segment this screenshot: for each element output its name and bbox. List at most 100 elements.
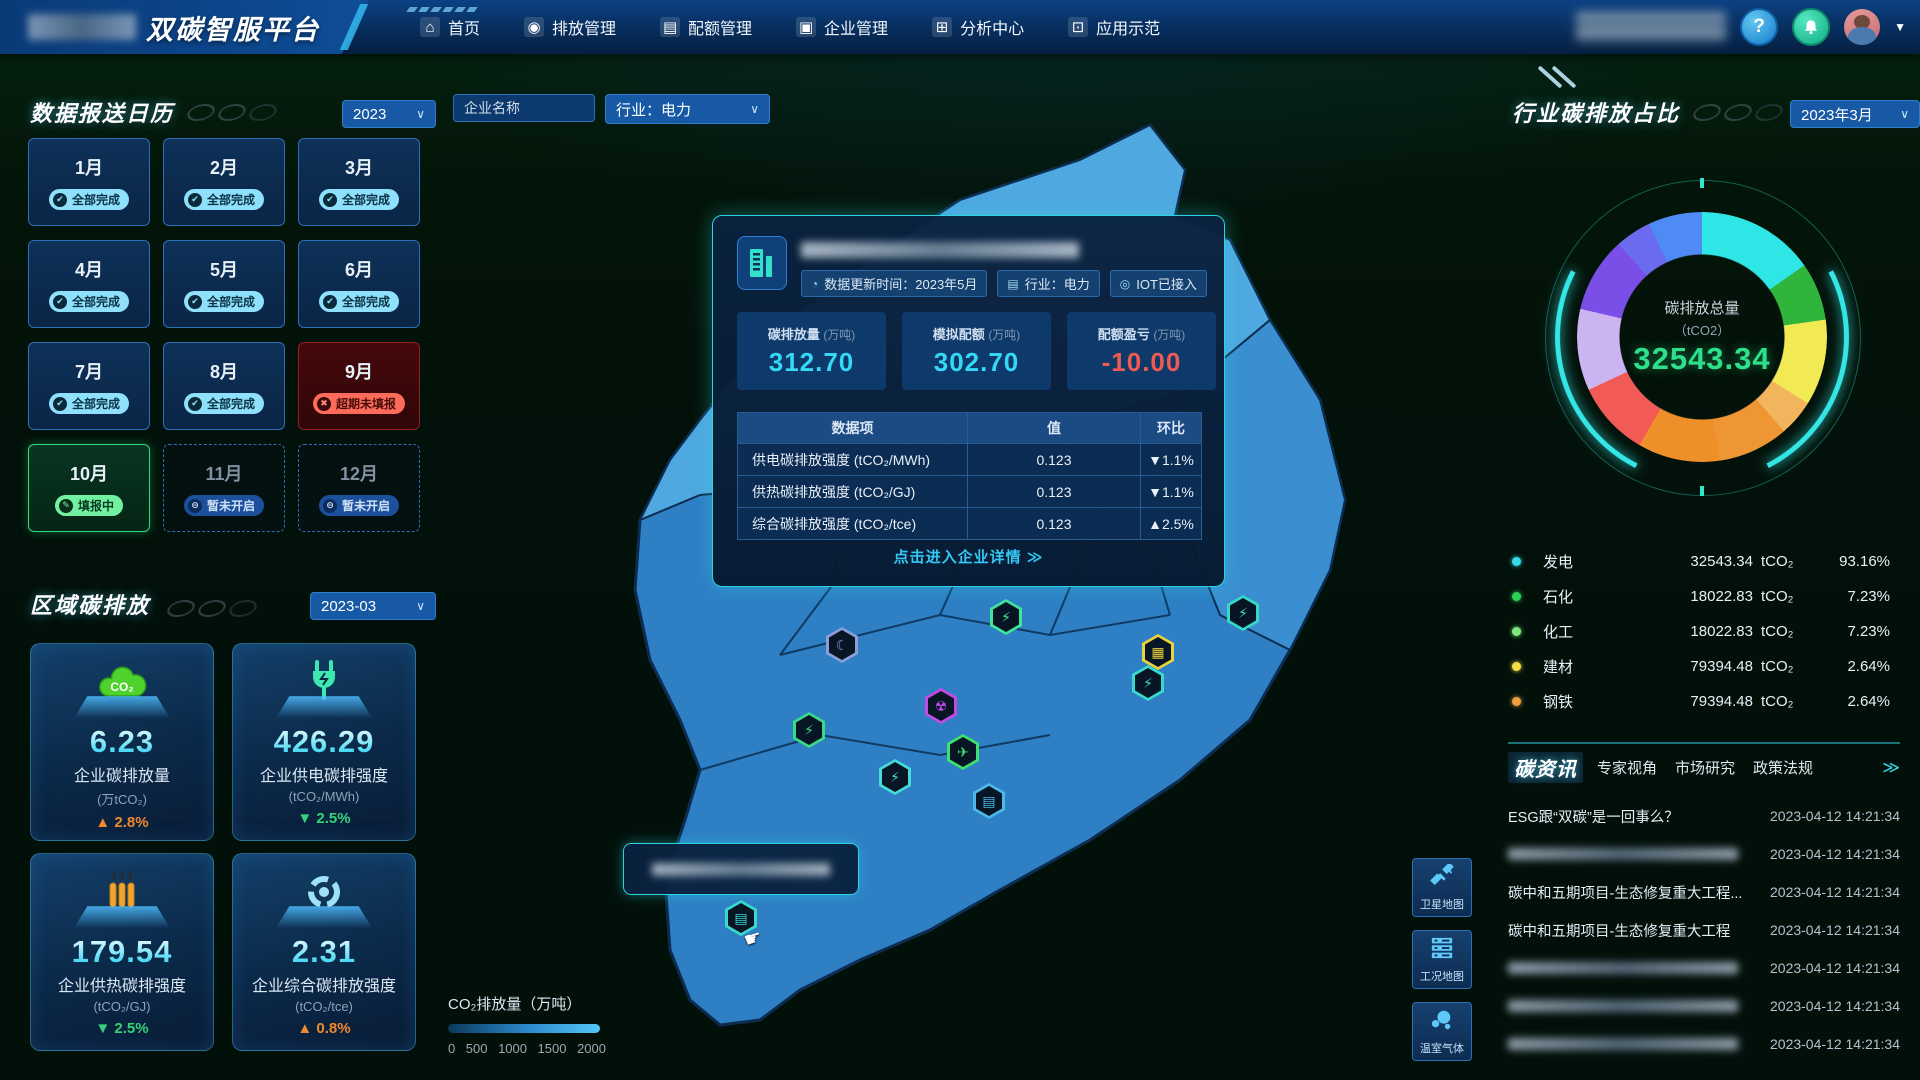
donut-center-unit: （tCO2） bbox=[1674, 320, 1730, 339]
stat-value: 6.23 bbox=[90, 724, 154, 760]
month-status-badge: ✎填报中 bbox=[55, 495, 123, 516]
nav-item-应用示范[interactable]: ⊡应用示范 bbox=[1068, 15, 1160, 39]
region-stat-card[interactable]: 2.31 企业综合碳排放强度 (tCO₂/tce) ▲ 0.8% bbox=[232, 853, 416, 1051]
layer-button-温室气体[interactable]: 温室气体 bbox=[1412, 1002, 1472, 1061]
news-title-redacted bbox=[1508, 848, 1738, 860]
help-button[interactable]: ? bbox=[1740, 8, 1778, 46]
stat-label: 企业综合碳排放强度 bbox=[252, 972, 396, 996]
month-card-9月[interactable]: 9月 ✖超期未填报 bbox=[298, 342, 420, 430]
analysis-icon: ⊞ bbox=[932, 17, 952, 37]
month-status-badge: ✔全部完成 bbox=[319, 189, 399, 210]
nav-item-排放管理[interactable]: ◉排放管理 bbox=[524, 15, 616, 39]
target-icon bbox=[304, 868, 344, 912]
month-status-badge: ✔全部完成 bbox=[184, 393, 264, 414]
map-legend-gradient bbox=[448, 1024, 600, 1033]
month-card-3月[interactable]: 3月 ✔全部完成 bbox=[298, 138, 420, 226]
legend-tick: 500 bbox=[466, 1041, 488, 1056]
month-card-2月[interactable]: 2月 ✔全部完成 bbox=[163, 138, 285, 226]
building-icon bbox=[737, 236, 787, 290]
enterprise-detail-link[interactable]: 点击进入企业详情 ≫ bbox=[713, 546, 1224, 567]
chevron-down-icon: ∨ bbox=[416, 107, 425, 121]
month-card-12月[interactable]: 12月 ⊖暂未开启 bbox=[298, 444, 420, 532]
industry-period-select[interactable]: 2023年3月∨ bbox=[1790, 100, 1920, 128]
svg-text:CO₂: CO₂ bbox=[110, 680, 133, 694]
region-stat-card[interactable]: 426.29 企业供电碳排强度 (tCO₂/MWh) ▼ 2.5% bbox=[232, 643, 416, 841]
news-title-redacted bbox=[1508, 962, 1738, 974]
intensity-table: 数据项值环比 供电碳排放强度 (tCO₂/MWh) 0.123 ▼1.1%供热碳… bbox=[737, 412, 1202, 540]
news-item-title[interactable]: 碳中和五期项目-生态修复重大工程... bbox=[1508, 882, 1750, 903]
nav-menu: ⌂首页 ◉排放管理 ▤配额管理 ▣企业管理 ⊞分析中心 ⊡应用示范 bbox=[420, 0, 1160, 54]
industry-icon: ▤ bbox=[1007, 277, 1018, 291]
stat-delta: ▼ 2.5% bbox=[297, 810, 350, 827]
user-avatar[interactable] bbox=[1844, 9, 1880, 45]
nav-item-配额管理[interactable]: ▤配额管理 bbox=[660, 15, 752, 39]
month-card-1月[interactable]: 1月 ✔全部完成 bbox=[28, 138, 150, 226]
region-period-select[interactable]: 2023-03∨ bbox=[310, 592, 436, 620]
news-tab-市场研究[interactable]: 市场研究 bbox=[1675, 757, 1735, 778]
status-done-icon: ✔ bbox=[188, 397, 202, 411]
nav-item-首页[interactable]: ⌂首页 bbox=[420, 15, 480, 39]
title-ornament bbox=[1694, 104, 1782, 121]
month-label: 1月 bbox=[75, 154, 103, 180]
legend-tick: 2000 bbox=[577, 1041, 606, 1056]
month-label: 2月 bbox=[210, 154, 238, 180]
calendar-year-select[interactable]: 2023∨ bbox=[342, 100, 436, 128]
legend-dot bbox=[1512, 627, 1521, 636]
month-card-5月[interactable]: 5月 ✔全部完成 bbox=[163, 240, 285, 328]
month-card-6月[interactable]: 6月 ✔全部完成 bbox=[298, 240, 420, 328]
enterprise-icon: ▣ bbox=[796, 17, 816, 37]
status-overdue-icon: ✖ bbox=[317, 397, 331, 411]
news-tab-专家视角[interactable]: 专家视角 bbox=[1597, 757, 1657, 778]
map-legend-label: CO₂排放量（万吨） bbox=[448, 993, 648, 1014]
quota-icon: ▤ bbox=[660, 17, 680, 37]
legend-dot bbox=[1512, 662, 1521, 671]
brand-logo-redacted bbox=[28, 14, 136, 40]
news-tab-政策法规[interactable]: 政策法规 bbox=[1753, 757, 1813, 778]
legend-tick: 1000 bbox=[498, 1041, 527, 1056]
popup-stat-value: -10.00 bbox=[1102, 347, 1182, 378]
company-search-input[interactable] bbox=[453, 94, 595, 122]
legend-dot bbox=[1512, 697, 1521, 706]
nav-item-分析中心[interactable]: ⊞分析中心 bbox=[932, 15, 1024, 39]
wind-icon: ☾ bbox=[836, 637, 849, 654]
bell-icon bbox=[1802, 18, 1820, 36]
news-tabs: 专家视角市场研究政策法规 bbox=[1597, 757, 1813, 778]
company-name-redacted bbox=[801, 242, 1079, 258]
layer-button-卫星地图[interactable]: 卫星地图 bbox=[1412, 858, 1472, 917]
news-item[interactable]: 2023-04-12 14:21:34 bbox=[1508, 835, 1900, 873]
news-title-redacted bbox=[1508, 1038, 1738, 1050]
news-item[interactable]: 碳中和五期项目-生态修复重大工程...2023-04-12 14:21:34 bbox=[1508, 873, 1900, 911]
region-stat-card[interactable]: 179.54 企业供热碳排强度 (tCO₂/GJ) ▼ 2.5% bbox=[30, 853, 214, 1051]
month-status-badge: ✔全部完成 bbox=[49, 393, 129, 414]
news-item[interactable]: 碳中和五期项目-生态修复重大工程2023-04-12 14:21:34 bbox=[1508, 911, 1900, 949]
industry-legend: 发电 32543.34 tCO₂ 93.16% 石化 18022.83 tCO₂… bbox=[1512, 544, 1890, 719]
news-item-time: 2023-04-12 14:21:34 bbox=[1770, 998, 1900, 1014]
news-more-button[interactable]: ≫ bbox=[1882, 758, 1900, 778]
corner-ornament bbox=[1548, 62, 1588, 90]
industry-legend-row: 石化 18022.83 tCO₂ 7.23% bbox=[1512, 579, 1890, 614]
stat-value: 2.31 bbox=[292, 934, 356, 970]
layer-button-工况地图[interactable]: 工况地图 bbox=[1412, 930, 1472, 989]
tooltip-text-redacted bbox=[652, 863, 830, 876]
month-card-10月[interactable]: 10月 ✎填报中 bbox=[28, 444, 150, 532]
user-menu-caret-icon[interactable]: ▼ bbox=[1894, 20, 1906, 34]
table-row: 供热碳排放强度 (tCO₂/GJ) 0.123 ▼1.1% bbox=[738, 476, 1202, 508]
news-item-title[interactable]: 碳中和五期项目-生态修复重大工程 bbox=[1508, 920, 1750, 941]
region-stat-card[interactable]: CO₂ 6.23 企业碳排放量 (万tCO₂) ▲ 2.8% bbox=[30, 643, 214, 841]
news-item[interactable]: 2023-04-12 14:21:34 bbox=[1508, 949, 1900, 987]
month-card-7月[interactable]: 7月 ✔全部完成 bbox=[28, 342, 150, 430]
stat-delta: ▲ 0.8% bbox=[297, 1020, 350, 1037]
legend-dot bbox=[1512, 592, 1521, 601]
month-card-4月[interactable]: 4月 ✔全部完成 bbox=[28, 240, 150, 328]
stat-unit: (tCO₂/GJ) bbox=[93, 999, 150, 1014]
month-card-11月[interactable]: 11月 ⊖暂未开启 bbox=[163, 444, 285, 532]
news-item[interactable]: ESG跟“双碳”是一回事么？2023-04-12 14:21:34 bbox=[1508, 797, 1900, 835]
notifications-button[interactable] bbox=[1792, 8, 1830, 46]
news-item[interactable]: 2023-04-12 14:21:34 bbox=[1508, 987, 1900, 1025]
news-item[interactable]: 2023-04-12 14:21:34 bbox=[1508, 1025, 1900, 1063]
legend-tick: 0 bbox=[448, 1041, 455, 1056]
month-card-8月[interactable]: 8月 ✔全部完成 bbox=[163, 342, 285, 430]
power-icon: ⚡ bbox=[890, 769, 900, 786]
news-item-title[interactable]: ESG跟“双碳”是一回事么？ bbox=[1508, 806, 1750, 827]
nav-item-企业管理[interactable]: ▣企业管理 bbox=[796, 15, 888, 39]
